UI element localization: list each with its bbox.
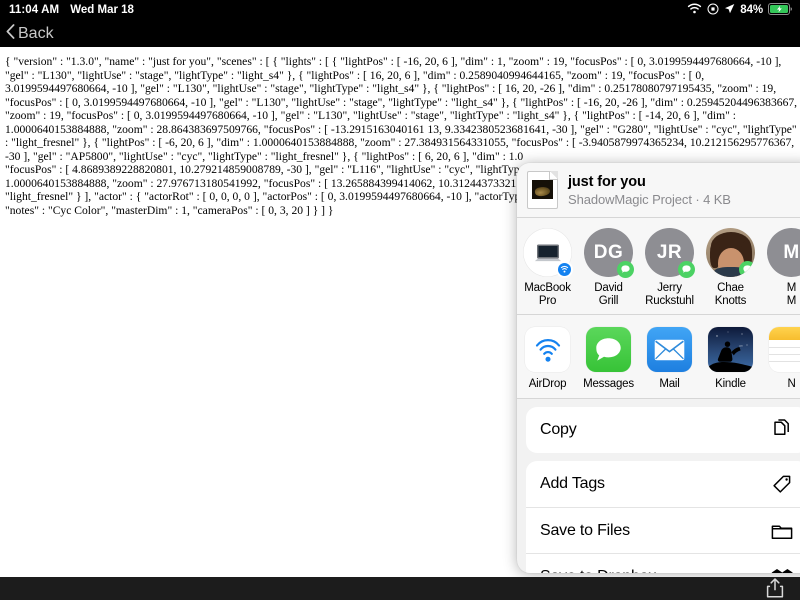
messages-badge-icon [678,261,695,278]
json-line: -30 ], "gel" : "AP5800", "lightUse" : "c… [5,149,524,163]
contact-label: MacBook [524,282,571,294]
json-line: 1.0000640153884888, "zoom" : 28.86438369… [5,122,797,136]
contact-label: David [594,282,623,294]
messages-badge-icon [617,261,634,278]
status-date: Wed Mar 18 [70,4,134,16]
dropbox-icon [770,565,794,573]
contact-item-macbook-pro[interactable]: MacBook Pro [517,228,578,308]
action-label: Add Tags [540,475,605,492]
document-file-icon [527,171,558,209]
action-label: Save to Dropbox [540,568,656,574]
screen: 11:04 AM Wed Mar 18 84% Back {"version"… [0,0,800,600]
contact-item-david-grill[interactable]: DG David Grill [578,228,639,308]
avatar [523,228,573,278]
tag-icon [770,472,794,496]
contact-label: Ruckstuhl [645,295,694,307]
avatar-initials: DG [593,241,624,263]
contact-item-partial[interactable]: M MM [761,228,800,308]
battery-charging-icon [768,2,793,18]
contact-label: Pro [538,295,557,307]
contact-label: Jerry [657,282,682,294]
notes-icon [769,327,800,372]
messages-badge-icon [739,261,755,277]
avatar-initials: M [783,241,800,263]
app-item-mail[interactable]: Mail [639,327,700,390]
wifi-icon [687,3,702,17]
share-actions-list: Copy Add Tags Save to Files [517,399,800,573]
status-bar-left: 11:04 AM Wed Mar 18 [9,0,134,20]
location-arrow-icon [724,3,735,17]
avatar: JR [645,228,695,278]
file-preview[interactable]: just for you ShadowMagic Project · 4 KB [527,171,731,209]
json-line: 3.0199594497680664, -10 ], "gel" : "L130… [5,82,777,95]
app-item-notes[interactable]: N [761,327,800,390]
action-row-save-to-files[interactable]: Save to Files [526,507,800,553]
avatar [706,228,755,277]
share-sheet-header: just for you ShadowMagic Project · 4 KB [517,163,800,218]
app-label: AirDrop [528,378,567,390]
messages-icon [586,327,631,372]
json-line: "zoom" : 19, "focusPos" : [ 0, 3.0199594… [5,109,737,122]
bottom-toolbar [0,577,800,600]
share-sheet: just for you ShadowMagic Project · 4 KB [517,163,800,573]
airdrop-icon [525,327,570,372]
json-line: "gel" : "L130", "lightUse" : "stage", "l… [5,68,705,82]
file-title: just for you [568,173,646,190]
action-label: Copy [540,421,577,438]
airdrop-contacts-row[interactable]: MacBook Pro DG David Grill JR Jerry Ruck… [517,218,800,315]
contact-label: M [786,282,797,294]
avatar: M [767,228,800,277]
file-subtitle: ShadowMagic Project · 4 KB [568,191,731,207]
app-label: N [787,378,796,390]
status-bar: 11:04 AM Wed Mar 18 84% [0,0,800,20]
chevron-left-icon [6,23,15,44]
nav-bar: Back [0,20,800,47]
action-row-copy[interactable]: Copy [526,407,800,453]
rotation-lock-icon [707,3,719,18]
json-line: { "version" : "1.3.0", "name" : "just fo… [5,55,782,68]
app-item-kindle[interactable]: Kindle [700,327,761,390]
contact-label: Chae [717,282,744,294]
app-label: Mail [659,378,680,390]
status-bar-right: 84% [687,0,793,20]
contact-label: M [786,295,797,307]
battery-percent: 84% [740,4,763,16]
contact-item-chae-knotts[interactable]: Chae Knotts [700,228,761,308]
app-label: Messages [583,378,634,390]
kindle-icon [708,327,753,372]
back-label: Back [18,24,54,42]
contact-label: Grill [598,295,619,307]
json-line: : "light_fresnel" }, { "lightPos" : [ -6… [5,136,795,149]
contact-item-jerry-ruckstuhl[interactable]: JR Jerry Ruckstuhl [639,228,700,308]
action-label: Save to Files [540,521,630,539]
share-apps-row[interactable]: AirDrop Messages Mail Kindle N [517,315,800,399]
status-time: 11:04 AM [9,4,60,16]
action-card: Add Tags Save to Files Save to Dropbox [526,461,800,573]
action-card: Copy [526,407,800,453]
back-button[interactable]: Back [6,20,54,47]
contact-label: Knotts [714,295,747,307]
action-row-add-tags[interactable]: Add Tags [526,461,800,507]
avatar-initials: JR [656,241,683,263]
copy-icon [770,418,794,442]
action-row-save-to-dropbox[interactable]: Save to Dropbox [526,553,800,573]
avatar: DG [584,228,634,278]
json-line: "focusPos" : [ 0, 3.0199594497680664, -1… [5,95,798,109]
mail-icon [647,327,692,372]
share-icon[interactable] [764,577,786,599]
app-item-messages[interactable]: Messages [578,327,639,390]
app-item-airdrop[interactable]: AirDrop [517,327,578,390]
app-label: Kindle [715,378,746,390]
airdrop-badge-icon [556,261,573,278]
folder-icon [770,519,794,543]
